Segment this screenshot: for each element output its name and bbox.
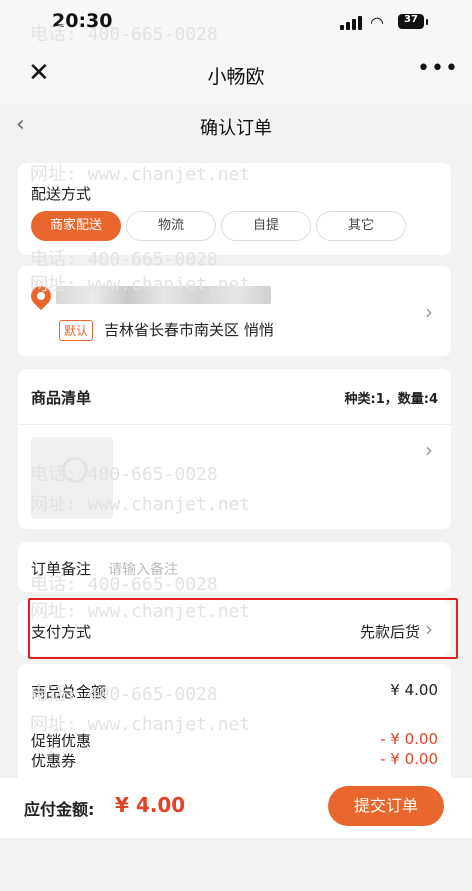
submit-order-button[interactable]: 提交订单 bbox=[328, 786, 444, 826]
total-label: 商品总金额 bbox=[31, 683, 107, 701]
delivery-option-logistics[interactable]: 物流 bbox=[126, 211, 216, 241]
app-title: 小畅欧 bbox=[207, 66, 265, 88]
delivery-option-other[interactable]: 其它 bbox=[316, 211, 406, 241]
delivery-option-pickup[interactable]: 自提 bbox=[221, 211, 311, 241]
default-tag: 默认 bbox=[59, 320, 94, 341]
battery-cap bbox=[426, 19, 428, 25]
product-thumbnail[interactable] bbox=[31, 437, 113, 519]
address-text: 吉林省长春市南关区 悄悄 bbox=[104, 321, 274, 339]
delivery-option-merchant[interactable]: 商家配送 bbox=[31, 211, 121, 241]
chevron-right-icon: › bbox=[425, 300, 433, 324]
total-value: ¥ 4.00 bbox=[390, 681, 438, 699]
more-icon[interactable]: ••• bbox=[417, 56, 459, 81]
battery-level: 37 bbox=[404, 14, 418, 25]
coupon-value: - ¥ 0.00 bbox=[380, 750, 438, 768]
payable-label: 应付金额: bbox=[24, 800, 95, 819]
status-time: 20:30 bbox=[52, 10, 113, 32]
battery-icon: 37 bbox=[398, 14, 424, 29]
delivery-card bbox=[18, 163, 451, 255]
payment-highlight-box bbox=[28, 598, 458, 659]
goods-title: 商品清单 bbox=[31, 389, 92, 407]
goods-summary: 种类:1，数量:4 bbox=[344, 392, 439, 407]
goods-divider bbox=[18, 424, 451, 425]
coupon-label: 优惠券 bbox=[31, 752, 77, 770]
goods-chevron-right-icon[interactable]: › bbox=[425, 438, 433, 462]
promo-value: - ¥ 0.00 bbox=[380, 730, 438, 748]
payable-value: ¥ 4.00 bbox=[115, 793, 186, 817]
signal-icon bbox=[340, 16, 362, 30]
product-placeholder-icon bbox=[62, 457, 88, 483]
address-card[interactable] bbox=[18, 266, 451, 356]
page-title: 确认订单 bbox=[200, 118, 272, 139]
remark-label: 订单备注 bbox=[31, 560, 92, 578]
address-contact-redacted bbox=[56, 286, 271, 304]
delivery-label: 配送方式 bbox=[31, 185, 92, 203]
remark-input[interactable]: 请输入备注 bbox=[108, 559, 428, 579]
promo-label: 促销优惠 bbox=[31, 732, 92, 750]
wifi-icon: ◠ bbox=[370, 13, 384, 32]
